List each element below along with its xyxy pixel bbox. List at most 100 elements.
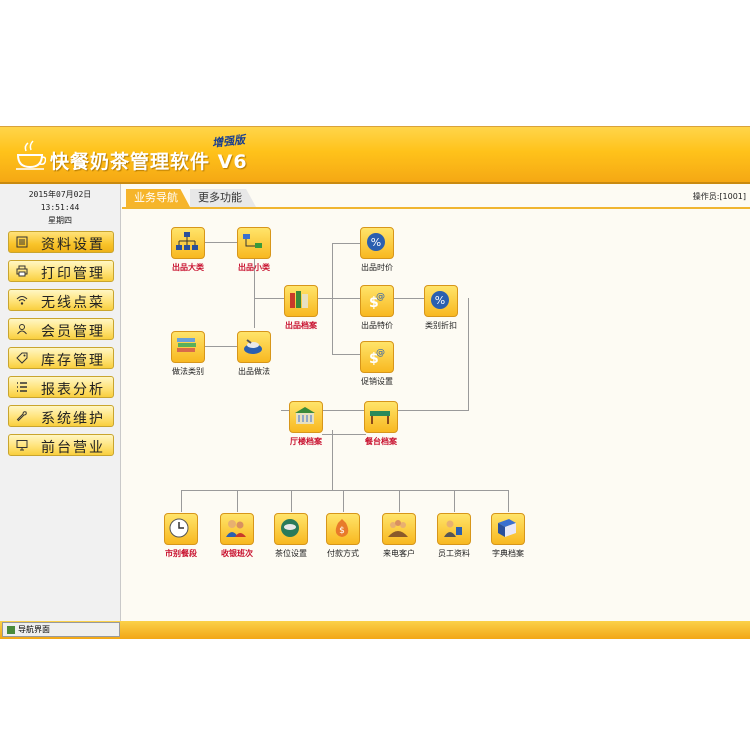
node-label: 做法类别	[172, 367, 204, 376]
node-subcategory[interactable]: 出品小类	[224, 227, 284, 273]
sidebar-item-label: 报表分析	[41, 382, 105, 398]
sidebar: 2015年07月02日 13:51:44 星期四 资料设置 打印管理 无线点菜 …	[0, 184, 121, 621]
node-label: 付款方式	[327, 549, 359, 558]
percent-icon[interactable]: %	[360, 227, 394, 259]
svg-text:@: @	[376, 292, 385, 302]
node-label: 出品大类	[172, 263, 204, 272]
dining-table-icon[interactable]	[364, 401, 398, 433]
node-hall[interactable]: 厅楼档案	[276, 401, 336, 447]
books-icon[interactable]	[284, 285, 318, 317]
user-icon	[17, 324, 27, 335]
node-label: 字典档案	[492, 549, 524, 558]
book-icon[interactable]	[491, 513, 525, 545]
wifi-icon	[16, 296, 28, 305]
stack-icon[interactable]	[171, 331, 205, 363]
node-label: 市别餐段	[165, 549, 197, 558]
form-icon	[16, 236, 28, 248]
node-label: 餐台档案	[365, 437, 397, 446]
navigation-icon	[7, 625, 15, 634]
node-label: 出品做法	[238, 367, 270, 376]
node-payment[interactable]: $ 付款方式	[313, 513, 373, 559]
status-tab-navigation[interactable]: 导航界面	[2, 622, 120, 637]
people-icon[interactable]	[220, 513, 254, 545]
status-bar: 导航界面	[0, 621, 750, 639]
node-method-category[interactable]: 做法类别	[158, 331, 218, 377]
customers-icon[interactable]	[382, 513, 416, 545]
connector-line	[181, 490, 508, 491]
date-text: 2015年07月02日	[28, 190, 92, 199]
node-label: 类别折扣	[425, 321, 457, 330]
node-label: 来电客户	[383, 549, 415, 558]
node-label: 出品时价	[361, 263, 393, 272]
sidebar-item-label: 系统维护	[41, 411, 105, 427]
money-bag-icon[interactable]: $	[326, 513, 360, 545]
node-archive[interactable]: 出品档案	[271, 285, 331, 331]
app-window: 快餐奶茶管理软件 V6 增强版 2015年07月02日 13:51:44 星期四…	[0, 126, 750, 639]
node-category[interactable]: 出品大类	[158, 227, 218, 273]
sidebar-item-label: 会员管理	[41, 324, 105, 340]
sidebar-item-label: 打印管理	[41, 266, 105, 282]
node-caller[interactable]: 来电客户	[369, 513, 429, 559]
node-label: 员工资料	[438, 549, 470, 558]
sidebar-item-reports[interactable]: 报表分析	[8, 376, 114, 398]
app-title: 快餐奶茶管理软件 V6	[50, 151, 248, 173]
svg-text:$: $	[339, 526, 345, 536]
org-chart-icon[interactable]	[171, 227, 205, 259]
weekday-text: 星期四	[48, 216, 72, 225]
sidebar-item-data-settings[interactable]: 资料设置	[8, 231, 114, 253]
sidebar-item-label: 无线点菜	[41, 295, 105, 311]
connector-line	[399, 490, 400, 512]
sidebar-item-members[interactable]: 会员管理	[8, 318, 114, 340]
title-bar: 快餐奶茶管理软件 V6 增强版	[0, 127, 750, 182]
percent-icon[interactable]: %	[424, 285, 458, 317]
node-label: 促销设置	[361, 377, 393, 386]
sidebar-item-front-desk[interactable]: 前台营业	[8, 434, 114, 456]
dollar-at-icon[interactable]: $ @	[360, 285, 394, 317]
connector-line	[291, 490, 292, 512]
tea-cup-icon[interactable]	[274, 513, 308, 545]
tag-icon	[16, 352, 28, 364]
navigation-diagram: 出品大类 出品小类 出品档案 做法类别 出品做法 % 出品时价 $ @ 出品特价…	[121, 209, 750, 621]
sidebar-item-print[interactable]: 打印管理	[8, 260, 114, 282]
svg-text:@: @	[376, 348, 385, 358]
node-special-price[interactable]: $ @ 出品特价	[347, 285, 407, 331]
connector-line	[343, 490, 344, 512]
dollar-at-icon[interactable]: $ @	[360, 341, 394, 373]
node-method[interactable]: 出品做法	[224, 331, 284, 377]
sidebar-item-label: 前台营业	[41, 440, 105, 456]
tab-bar: 业务导航 更多功能	[122, 187, 750, 209]
connector-line	[332, 243, 333, 354]
connector-line	[237, 490, 238, 512]
printer-icon	[16, 265, 28, 277]
clock-icon[interactable]	[164, 513, 198, 545]
tab-more-functions[interactable]: 更多功能	[190, 189, 256, 207]
node-tea-seat[interactable]: 茶位设置	[261, 513, 321, 559]
svg-text:%: %	[435, 294, 445, 307]
sidebar-item-wireless[interactable]: 无线点菜	[8, 289, 114, 311]
connector-line	[508, 490, 509, 512]
node-shift[interactable]: 市别餐段	[151, 513, 211, 559]
node-time-price[interactable]: % 出品时价	[347, 227, 407, 273]
node-dictionary[interactable]: 字典档案	[478, 513, 538, 559]
node-cashier-shift[interactable]: 收银班次	[207, 513, 267, 559]
node-label: 出品档案	[285, 321, 317, 330]
tab-business-nav[interactable]: 业务导航	[126, 189, 190, 207]
node-label: 茶位设置	[275, 549, 307, 558]
structure-icon[interactable]	[237, 227, 271, 259]
sidebar-item-maintenance[interactable]: 系统维护	[8, 405, 114, 427]
node-staff[interactable]: 员工资料	[424, 513, 484, 559]
node-promotion[interactable]: $ @ 促销设置	[347, 341, 407, 387]
building-icon[interactable]	[289, 401, 323, 433]
datetime-panel: 2015年07月02日 13:51:44 星期四	[0, 184, 120, 227]
node-category-discount[interactable]: % 类别折扣	[411, 285, 471, 331]
sidebar-item-inventory[interactable]: 库存管理	[8, 347, 114, 369]
edition-badge: 增强版	[211, 133, 246, 150]
svg-text:%: %	[371, 236, 381, 249]
operator-label: 操作员:[1001]	[692, 192, 746, 201]
sidebar-item-label: 库存管理	[41, 353, 105, 369]
node-table[interactable]: 餐台档案	[351, 401, 411, 447]
cooking-pot-icon[interactable]	[237, 331, 271, 363]
status-tab-label: 导航界面	[18, 625, 50, 634]
staff-icon[interactable]	[437, 513, 471, 545]
list-icon	[17, 382, 27, 392]
